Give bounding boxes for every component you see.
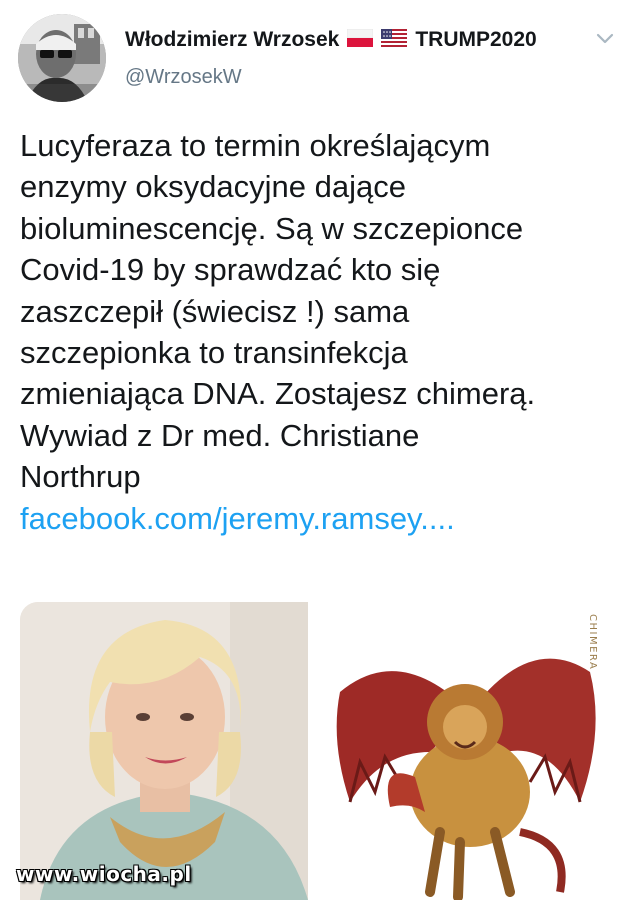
media-image-woman[interactable]	[20, 602, 308, 900]
avatar[interactable]	[18, 14, 106, 102]
tweet-link[interactable]: facebook.com/jeremy.ramsey....	[20, 498, 620, 539]
tweet-header: Włodzimierz Wrzosek TRUMP2020 @WrzosekW	[18, 14, 618, 104]
media-image-chimera[interactable]: CHIMERA	[320, 602, 610, 900]
tweet-line: enzymy oksydacyjne dające	[20, 169, 406, 205]
tweet-line: bioluminescencję. Są w szczepionce	[20, 210, 524, 246]
tweet-line: Northrup	[20, 459, 141, 495]
tweet-line: zaszczepił (świecisz !) sama	[20, 293, 410, 329]
tweet-line: Covid-19 by sprawdzać kto się	[20, 252, 441, 288]
poland-flag-icon	[347, 28, 374, 52]
chevron-down-icon[interactable]	[596, 32, 614, 50]
chimera-card-label: CHIMERA	[587, 614, 598, 670]
tweet-line: szczepionka to transinfekcja	[20, 335, 408, 371]
name-line: Włodzimierz Wrzosek TRUMP2020	[125, 28, 537, 52]
author-handle[interactable]: @WrzosekW	[125, 66, 242, 89]
tweet-line: Lucyferaza to termin określającym	[20, 128, 491, 163]
tweet-line: zmieniająca DNA. Zostajesz chimerą.	[20, 376, 536, 412]
watermark: www.wiocha.pl	[16, 862, 192, 886]
usa-flag-icon	[381, 28, 408, 52]
author-name-suffix: TRUMP2020	[415, 28, 537, 51]
tweet-line: Wywiad z Dr med. Christiane	[20, 417, 420, 453]
tweet-text: Lucyferaza to termin określającym enzymy…	[20, 125, 620, 539]
tweet-media: CHIMERA	[20, 602, 610, 900]
author-name[interactable]: Włodzimierz Wrzosek	[125, 28, 339, 52]
